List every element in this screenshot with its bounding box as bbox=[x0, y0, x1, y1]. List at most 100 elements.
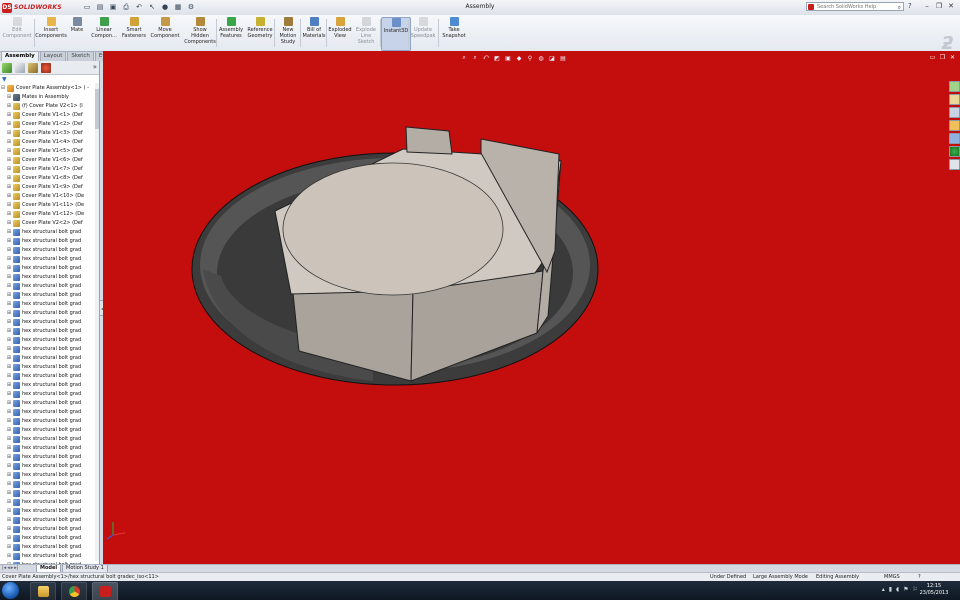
tree-item[interactable]: ⊞ hex structural bolt grad bbox=[0, 309, 99, 318]
expand-toggle[interactable]: ⊞ bbox=[6, 354, 12, 363]
expand-toggle[interactable]: ⊞ bbox=[6, 174, 12, 183]
expand-toggle[interactable]: ⊞ bbox=[6, 291, 12, 300]
expand-toggle[interactable]: ⊞ bbox=[6, 327, 12, 336]
tab-assembly[interactable]: Assembly bbox=[1, 51, 39, 61]
solidworks-taskbar-button[interactable] bbox=[92, 582, 118, 600]
expand-toggle[interactable]: ⊞ bbox=[6, 471, 12, 480]
tree-item[interactable]: ⊞ hex structural bolt grad bbox=[0, 363, 99, 372]
tree-item[interactable]: ⊞ Cover Plate V1<1> (Def bbox=[0, 111, 99, 120]
tab-layout[interactable]: Layout bbox=[39, 51, 67, 61]
show-hidden-button[interactable]: Show Hidden Components bbox=[184, 17, 216, 49]
tree-item[interactable]: ⊞ hex structural bolt grad bbox=[0, 489, 99, 498]
configuration-manager-icon[interactable] bbox=[28, 62, 38, 73]
expand-toggle[interactable]: ⊞ bbox=[6, 534, 12, 543]
tree-item[interactable]: ⊞ hex structural bolt grad bbox=[0, 498, 99, 507]
apply-scene-icon[interactable]: ◪ bbox=[548, 54, 556, 62]
last-tab-icon[interactable]: ▸| bbox=[14, 565, 18, 571]
tree-item[interactable]: ⊞ Cover Plate V1<7> (Def bbox=[0, 165, 99, 174]
tree-item[interactable]: ⊞ Cover Plate V1<8> (Def bbox=[0, 174, 99, 183]
solidworks-logo[interactable]: DS SOLIDWORKS bbox=[2, 2, 62, 13]
expand-toggle[interactable]: ⊞ bbox=[6, 363, 12, 372]
tree-scrollbar[interactable] bbox=[95, 83, 99, 561]
expand-toggle[interactable]: ⊞ bbox=[6, 498, 12, 507]
expand-toggle[interactable]: ⊞ bbox=[6, 345, 12, 354]
tree-item[interactable]: ⊞ hex structural bolt grad bbox=[0, 291, 99, 300]
tree-item[interactable]: ⊞ hex structural bolt grad bbox=[0, 516, 99, 525]
network-icon[interactable]: ▮ bbox=[889, 586, 892, 593]
first-tab-icon[interactable]: |◂ bbox=[2, 565, 6, 571]
minimize-button[interactable]: – bbox=[922, 1, 932, 11]
tree-item[interactable]: ⊞ Mates in Assembly bbox=[0, 93, 99, 102]
expand-toggle[interactable]: ⊞ bbox=[6, 453, 12, 462]
tree-item[interactable]: ⊞ hex structural bolt grad bbox=[0, 318, 99, 327]
tree-item[interactable]: ⊞ hex structural bolt grad bbox=[0, 354, 99, 363]
tree-item[interactable]: ⊞ hex structural bolt grad bbox=[0, 480, 99, 489]
tree-item[interactable]: ⊞ hex structural bolt grad bbox=[0, 453, 99, 462]
expand-toggle[interactable]: ⊞ bbox=[6, 300, 12, 309]
expand-toggle[interactable]: ⊞ bbox=[6, 462, 12, 471]
tree-item[interactable]: ⊞ hex structural bolt grad bbox=[0, 390, 99, 399]
tab-sketch[interactable]: Sketch bbox=[67, 51, 94, 61]
tree-item[interactable]: ⊞ hex structural bolt grad bbox=[0, 462, 99, 471]
expand-toggle[interactable]: ⊞ bbox=[6, 507, 12, 516]
filter-icon[interactable]: ▼ bbox=[2, 76, 7, 83]
expand-toggle[interactable]: ⊞ bbox=[6, 183, 12, 192]
taskbar-clock[interactable]: 12:15 23/05/2013 bbox=[914, 583, 954, 597]
move-component-button[interactable]: Move Component bbox=[150, 17, 180, 49]
undo-icon[interactable]: ↶ bbox=[134, 2, 144, 12]
expand-toggle[interactable]: ⊞ bbox=[6, 408, 12, 417]
status-units[interactable]: MMGS bbox=[884, 573, 900, 581]
tree-item[interactable]: ⊞ hex structural bolt grad bbox=[0, 435, 99, 444]
bill-of-materials-button[interactable]: Bill of Materials bbox=[302, 17, 326, 49]
view-orientation-icon[interactable]: ▣ bbox=[504, 54, 512, 62]
help-icon[interactable]: ? bbox=[908, 2, 912, 10]
property-manager-icon[interactable] bbox=[15, 62, 25, 73]
update-speedpak-button[interactable]: Update Speedpak bbox=[410, 17, 436, 49]
tree-item[interactable]: ⊞ Cover Plate V1<5> (Def bbox=[0, 147, 99, 156]
zoom-to-fit-icon[interactable]: ⌕ bbox=[460, 54, 468, 62]
expand-toggle[interactable]: ⊞ bbox=[6, 516, 12, 525]
expand-toggle[interactable]: ⊞ bbox=[6, 525, 12, 534]
close-button[interactable]: ✕ bbox=[946, 1, 956, 11]
tree-item[interactable]: ⊞ Cover Plate V1<3> (Def bbox=[0, 129, 99, 138]
expand-toggle[interactable]: ⊞ bbox=[6, 390, 12, 399]
tree-item[interactable]: ⊞ hex structural bolt grad bbox=[0, 372, 99, 381]
open-folder-icon[interactable]: ▤ bbox=[95, 2, 105, 12]
tree-item[interactable]: ⊞ hex structural bolt grad bbox=[0, 471, 99, 480]
search-icon[interactable]: ⌕ bbox=[898, 3, 901, 12]
tree-item[interactable]: ⊞ hex structural bolt grad bbox=[0, 408, 99, 417]
tree-item[interactable]: ⊞ Cover Plate V1<6> (Def bbox=[0, 156, 99, 165]
tree-item[interactable]: ⊞ Cover Plate V1<4> (Def bbox=[0, 138, 99, 147]
expand-toggle[interactable]: ⊞ bbox=[6, 264, 12, 273]
tree-item[interactable]: ⊞ hex structural bolt grad bbox=[0, 381, 99, 390]
tree-item[interactable]: ⊞ Cover Plate V1<12> (De bbox=[0, 210, 99, 219]
explode-line-sketch-button[interactable]: Explode Line Sketch bbox=[354, 17, 378, 49]
tree-item[interactable]: ⊞ hex structural bolt grad bbox=[0, 246, 99, 255]
graphics-area[interactable]: ⌕ ⌕ ⤺ ◩ ▣ ◆ ⚲ ◍ ◪ ▤ ▭ ❐ ✕ bbox=[103, 51, 960, 564]
edit-component-button[interactable]: Edit Component bbox=[2, 17, 32, 49]
expand-toggle[interactable]: ⊞ bbox=[6, 147, 12, 156]
expand-toggle[interactable]: ⊞ bbox=[6, 318, 12, 327]
select-icon[interactable]: ↖ bbox=[147, 2, 157, 12]
tree-item[interactable]: ⊞ Cover Plate V1<11> (De bbox=[0, 201, 99, 210]
expand-toggle[interactable]: ⊞ bbox=[6, 156, 12, 165]
solidworks-resources-icon[interactable] bbox=[948, 81, 960, 92]
chrome-taskbar-button[interactable] bbox=[61, 582, 87, 600]
new-document-icon[interactable]: ▭ bbox=[82, 2, 92, 12]
tree-item[interactable]: ⊞ hex structural bolt grad bbox=[0, 264, 99, 273]
hide-show-items-icon[interactable]: ⚲ bbox=[526, 54, 534, 62]
section-view-icon[interactable]: ◩ bbox=[493, 54, 501, 62]
design-library-icon[interactable] bbox=[948, 94, 960, 105]
tree-item[interactable]: ⊞ hex structural bolt grad bbox=[0, 552, 99, 561]
view-settings-icon[interactable]: ▤ bbox=[559, 54, 567, 62]
viewport-restore-icon[interactable]: ❐ bbox=[939, 54, 946, 61]
expand-toggle[interactable]: ⊞ bbox=[6, 543, 12, 552]
expand-toggle[interactable]: ⊞ bbox=[6, 372, 12, 381]
file-properties-icon[interactable]: ▦ bbox=[173, 2, 183, 12]
expand-panel-icon[interactable]: » bbox=[93, 63, 97, 71]
exploded-view-button[interactable]: Exploded View bbox=[328, 17, 352, 49]
save-icon[interactable]: ▣ bbox=[108, 2, 118, 12]
tree-item[interactable]: ⊞ hex structural bolt grad bbox=[0, 507, 99, 516]
edit-appearance-icon[interactable]: ◍ bbox=[537, 54, 545, 62]
show-hidden-icons-icon[interactable]: ▴ bbox=[882, 586, 885, 593]
